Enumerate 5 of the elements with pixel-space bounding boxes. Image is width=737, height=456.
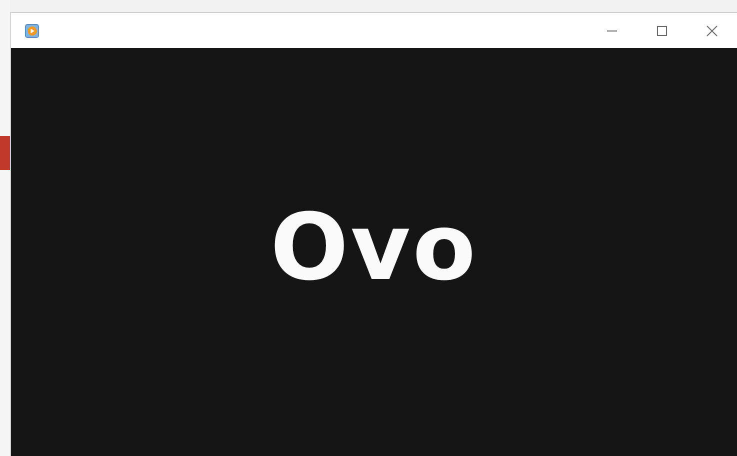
content-text: Ovo [270,194,478,300]
close-icon [706,24,718,36]
play-icon [25,24,39,38]
minimize-icon [607,30,617,32]
maximize-icon [656,24,668,36]
